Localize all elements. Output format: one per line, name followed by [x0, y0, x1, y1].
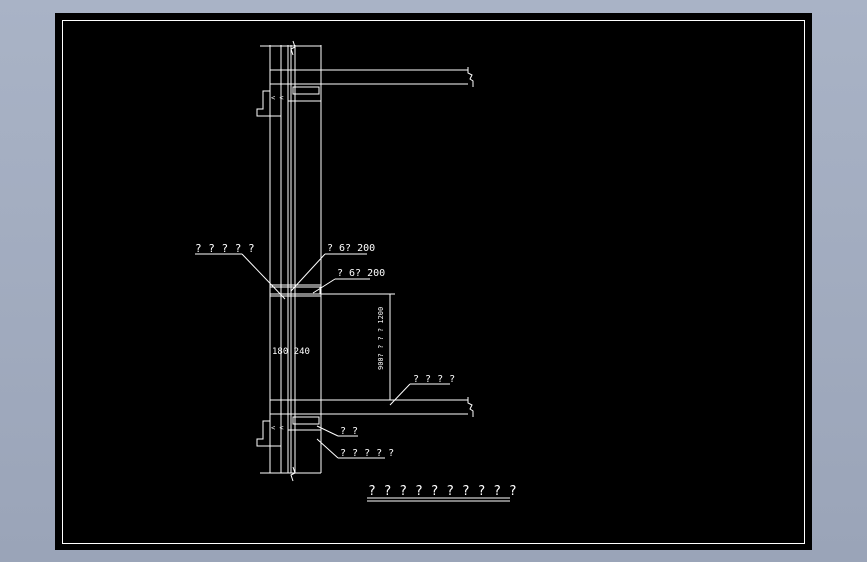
lower-slab-break — [467, 397, 474, 417]
drawing-frame: < < < < ? ? ? ? ? ? 6? 200 ? 6? 200 180 … — [55, 13, 812, 550]
height-dim-label: 900? ? ? ? 1200 — [377, 307, 385, 370]
wall-dim-label: 180 240 — [272, 347, 310, 357]
drawing-title: ? ? ? ? ? ? ? ? ? ? — [368, 484, 517, 499]
left-callout: ? ? ? ? ? — [195, 242, 255, 255]
cad-drawing: < < < < ? ? ? ? ? ? 6? 200 ? 6? 200 180 … — [62, 20, 805, 544]
wall-label: ? ? ? ? ? — [340, 448, 394, 459]
slab-label: ? ? ? ? — [413, 374, 455, 385]
symbol-bottom: < < — [271, 424, 284, 432]
break-mark-top — [290, 40, 296, 56]
lower-lintel — [292, 416, 320, 425]
rebar-lower-label: ? 6? 200 — [337, 268, 385, 279]
left-leader-d — [241, 253, 286, 300]
rebar-upper-label: ? 6? 200 — [327, 243, 375, 254]
inner-border — [62, 20, 805, 544]
break-mark-bottom — [290, 466, 296, 482]
rebar-leader-lower-d — [312, 278, 336, 294]
symbol-top: < < — [271, 94, 284, 102]
upper-lintel — [292, 86, 320, 95]
beam-label: ? ? — [340, 426, 358, 437]
upper-slab-break — [467, 67, 474, 87]
